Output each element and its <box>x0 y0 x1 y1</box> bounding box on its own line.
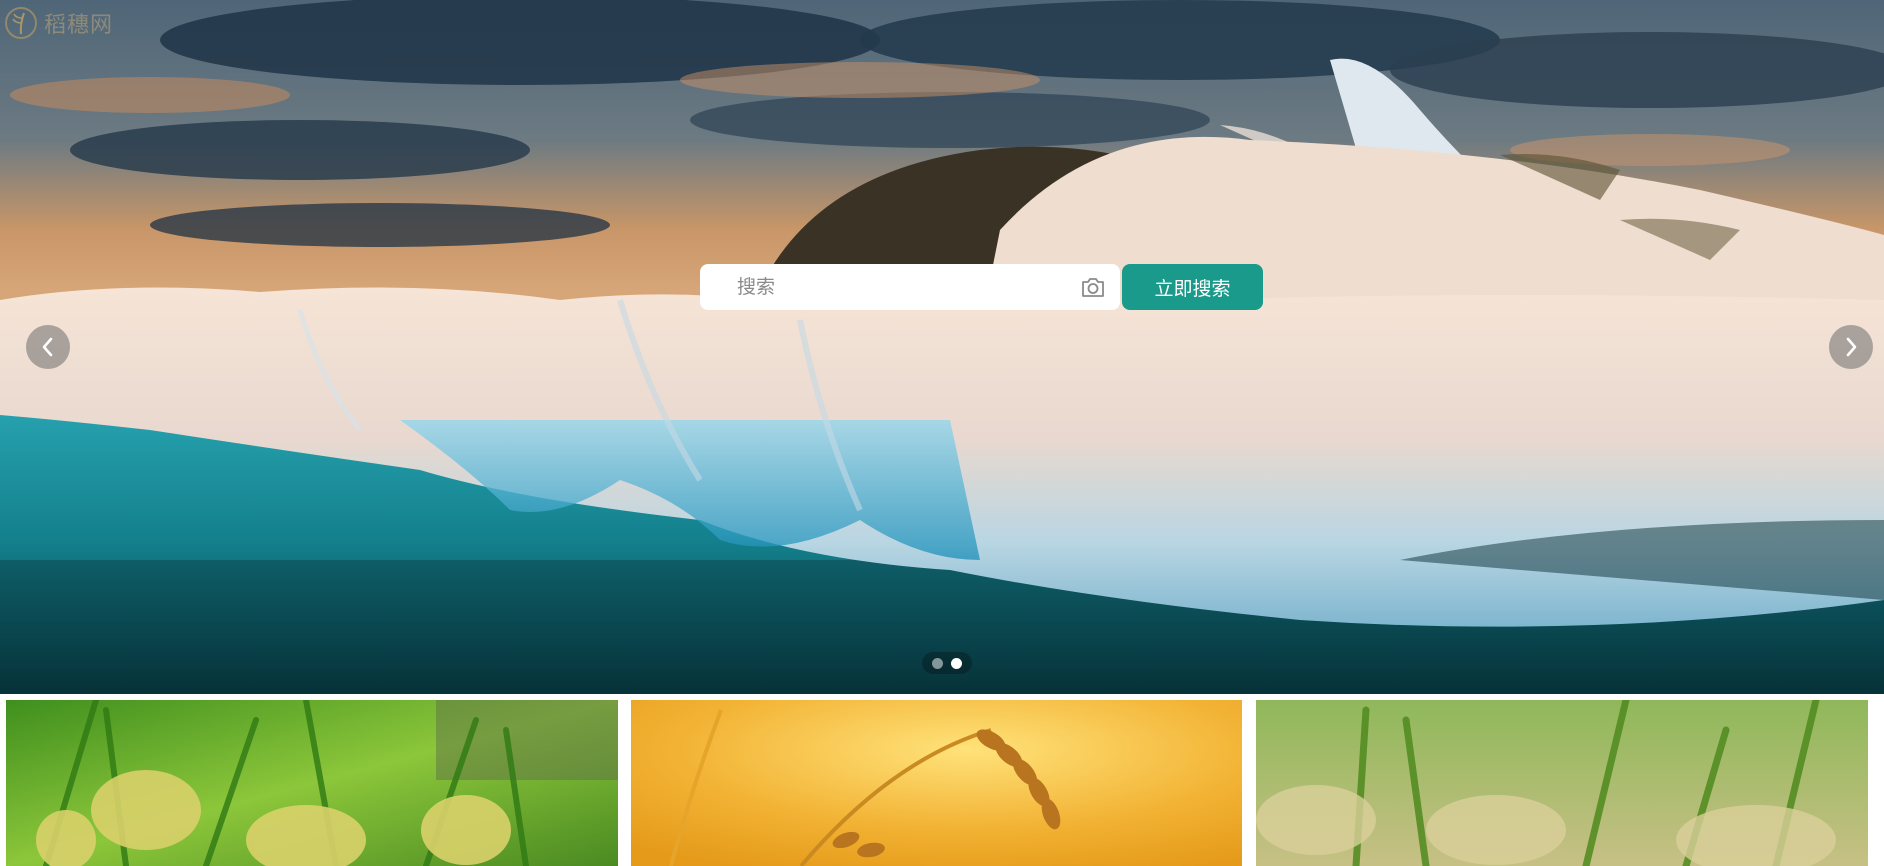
chevron-right-icon <box>1846 337 1857 357</box>
golden-wheat-photo <box>631 700 1242 866</box>
tile-rice-paddy[interactable] <box>1256 700 1868 866</box>
rice-ear-logo <box>5 7 37 39</box>
rice-paddy-photo <box>1256 700 1868 866</box>
chevron-left-icon <box>42 337 53 357</box>
camera-icon[interactable] <box>1080 275 1106 299</box>
search-input[interactable] <box>737 276 1076 298</box>
carousel-dot-1[interactable] <box>932 657 943 669</box>
carousel-next-button[interactable] <box>1829 325 1873 369</box>
search-button[interactable]: 立即搜索 <box>1122 264 1263 310</box>
search-field <box>700 264 1120 310</box>
carousel-indicators <box>922 652 972 674</box>
iceberg-sunset-photo <box>0 0 1884 694</box>
carousel-prev-button[interactable] <box>26 325 70 369</box>
carousel-dot-2[interactable] <box>951 657 962 669</box>
logo-text: 稻穗网 <box>44 13 114 38</box>
tile-green-rice[interactable] <box>6 700 618 866</box>
hero-carousel: 稻穗网 立即搜索 <box>0 0 1884 694</box>
search-bar: 立即搜索 <box>700 264 1263 310</box>
green-rice-field-photo <box>6 700 618 866</box>
site-logo[interactable]: 稻穗网 <box>4 6 113 40</box>
category-tiles <box>0 700 1884 866</box>
tile-golden-wheat[interactable] <box>631 700 1242 866</box>
